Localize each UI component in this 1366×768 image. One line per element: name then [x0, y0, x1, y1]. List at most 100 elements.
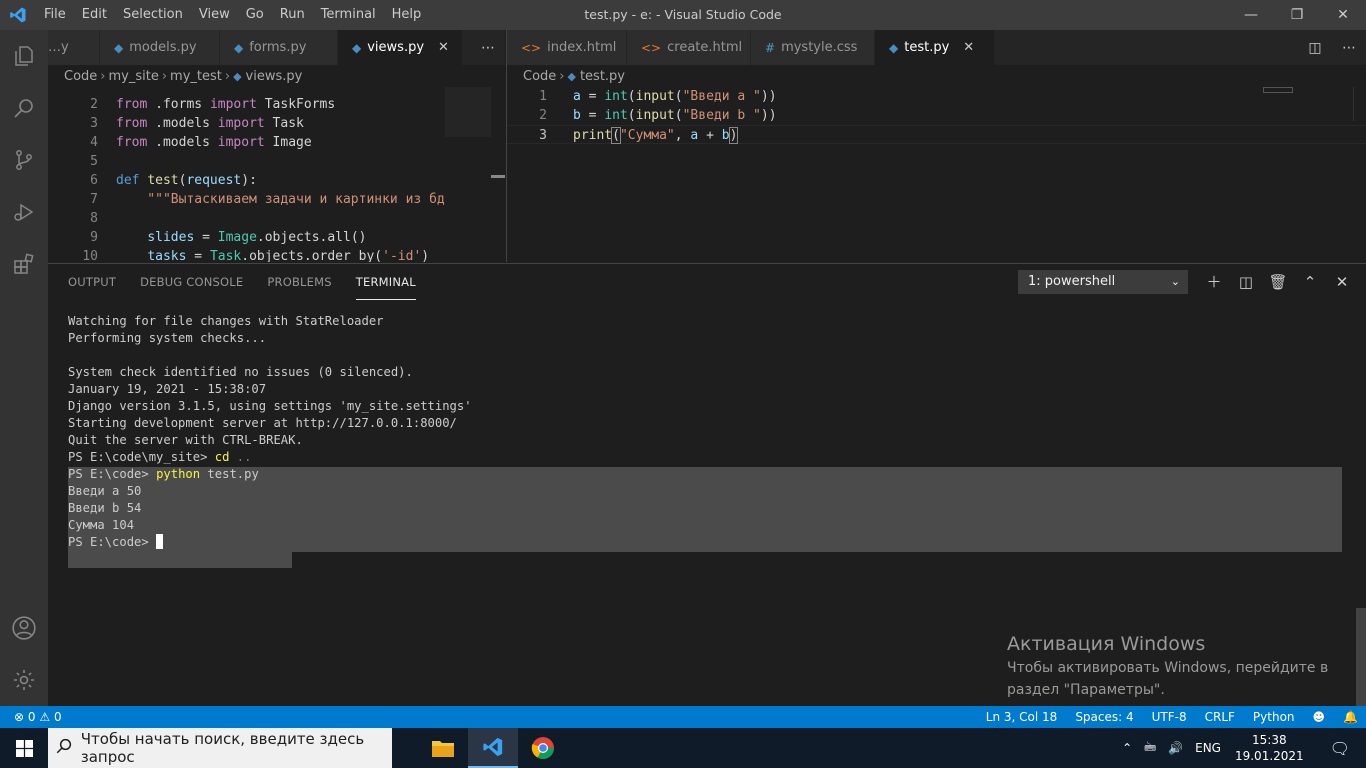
- menu-bar: File Edit Selection View Go Run Terminal…: [36, 0, 429, 30]
- terminal-selection: [68, 552, 292, 568]
- minimap[interactable]: [445, 87, 491, 137]
- menu-edit[interactable]: Edit: [74, 0, 115, 30]
- chrome-icon[interactable]: [518, 728, 568, 768]
- source-control-icon[interactable]: [0, 134, 48, 186]
- panel-scrollbar[interactable]: [1356, 608, 1366, 707]
- tab-bar-left: …y ◆ models.py ◆ forms.py ◆ views.py ✕ ⋯: [48, 30, 505, 65]
- code-line: 1a = int(input("Введи a ")): [539, 89, 777, 104]
- python-icon: ◆: [234, 40, 244, 55]
- vscode-taskbar-icon[interactable]: [468, 728, 518, 768]
- clock[interactable]: 15:38 19.01.2021: [1235, 732, 1304, 764]
- code-line: 2 from .forms import TaskForms: [90, 97, 336, 112]
- language-indicator[interactable]: ENG: [1195, 741, 1221, 755]
- terminal-cursor: [156, 534, 164, 549]
- windows-taskbar: Чтобы начать поиск, введите здесь запрос…: [0, 728, 1366, 768]
- menu-terminal[interactable]: Terminal: [313, 0, 384, 30]
- maximize-panel-icon[interactable]: ⌃: [1294, 269, 1326, 295]
- taskbar-search-box[interactable]: Чтобы начать поиск, введите здесь запрос: [48, 728, 392, 768]
- activity-bar: [0, 30, 48, 706]
- tab-models-py[interactable]: ◆ models.py: [100, 30, 220, 65]
- network-icon[interactable]: 🖮: [1144, 738, 1156, 759]
- file-explorer-icon[interactable]: [418, 728, 468, 768]
- problems-status[interactable]: ⊗ 0 ⚠ 0: [0, 710, 62, 724]
- error-icon: ⊗: [14, 710, 25, 724]
- search-icon[interactable]: [0, 82, 48, 134]
- more-actions-icon[interactable]: ⋯: [1332, 40, 1366, 56]
- menu-run[interactable]: Run: [272, 0, 313, 30]
- close-window-icon[interactable]: ✕: [1320, 0, 1366, 30]
- html-icon: <>: [641, 40, 662, 55]
- code-line: 2b = int(input("Введи b ")): [539, 108, 777, 123]
- language-mode[interactable]: Python: [1253, 710, 1295, 724]
- split-editor-icon[interactable]: ◫: [1298, 40, 1332, 56]
- code-editor-right[interactable]: 1a = int(input("Введи a ")) 2b = int(inp…: [507, 87, 1366, 144]
- python-icon: ◆: [352, 40, 362, 55]
- settings-gear-icon[interactable]: [0, 654, 48, 706]
- editor-group-right: <> index.html <> create.html # mystyle.css …: [506, 30, 1366, 262]
- terminal-output[interactable]: Watching for file changes with StatReloa…: [68, 313, 472, 551]
- tab-views-py[interactable]: ◆ views.py ✕: [338, 30, 463, 65]
- new-terminal-icon[interactable]: ＋: [1198, 269, 1230, 295]
- more-actions-icon[interactable]: ⋯: [471, 40, 505, 56]
- tab-output[interactable]: OUTPUT: [68, 264, 116, 300]
- html-icon: <>: [521, 40, 542, 55]
- close-tab-icon[interactable]: ✕: [438, 40, 449, 55]
- tab-test-py[interactable]: ◆ test.py ✕: [875, 30, 995, 65]
- code-line: 8: [90, 211, 98, 226]
- vscode-logo-icon: [0, 0, 36, 30]
- editor-group-left: …y ◆ models.py ◆ forms.py ◆ views.py ✕ ⋯ Cod…: [48, 30, 505, 262]
- close-panel-icon[interactable]: ✕: [1326, 269, 1358, 295]
- line-ending[interactable]: CRLF: [1205, 710, 1235, 724]
- title-bar: File Edit Selection View Go Run Terminal…: [0, 0, 1366, 30]
- python-icon: ◆: [889, 40, 899, 55]
- extensions-icon[interactable]: [0, 238, 48, 290]
- indentation[interactable]: Spaces: 4: [1075, 710, 1133, 724]
- tab-bar-right: <> index.html <> create.html # mystyle.css …: [507, 30, 1366, 65]
- menu-help[interactable]: Help: [384, 0, 430, 30]
- warning-icon: ⚠: [39, 710, 51, 724]
- volume-icon[interactable]: 🔊: [1168, 741, 1183, 755]
- windows-start-icon[interactable]: [0, 728, 48, 768]
- terminal-select[interactable]: 1: powershell ⌄: [1018, 270, 1188, 294]
- tab-create-html[interactable]: <> create.html: [627, 30, 751, 65]
- minimap[interactable]: [1263, 87, 1293, 93]
- feedback-icon[interactable]: ☻: [1313, 710, 1326, 724]
- code-line: 5: [90, 154, 98, 169]
- tab-debug-console[interactable]: DEBUG CONSOLE: [140, 264, 243, 300]
- chevron-down-icon: ⌄: [1170, 275, 1180, 288]
- run-debug-icon[interactable]: [0, 186, 48, 238]
- code-line: 4 from .models import Image: [90, 135, 312, 150]
- tab-problems[interactable]: PROBLEMS: [267, 264, 331, 300]
- tab-index-html[interactable]: <> index.html: [507, 30, 627, 65]
- tab-forms-py[interactable]: ◆ forms.py: [220, 30, 338, 65]
- code-line: 7 """Вытаскиваем задачи и картинки из бд: [90, 192, 445, 207]
- cursor-position[interactable]: Ln 3, Col 18: [986, 710, 1058, 724]
- menu-selection[interactable]: Selection: [115, 0, 191, 30]
- menu-view[interactable]: View: [191, 0, 238, 30]
- windows-activation-watermark: Активация Windows Чтобы активировать Win…: [1007, 633, 1329, 698]
- status-bar: ⊗ 0 ⚠ 0 Ln 3, Col 18 Spaces: 4 UTF-8 CRL…: [0, 706, 1366, 728]
- restore-icon[interactable]: ❐: [1274, 0, 1320, 30]
- menu-file[interactable]: File: [36, 0, 74, 30]
- minimap-scrollbar[interactable]: [491, 175, 505, 178]
- tab-terminal[interactable]: TERMINAL: [355, 264, 416, 300]
- notifications-bell-icon[interactable]: 🔔: [1343, 710, 1358, 724]
- accounts-icon[interactable]: [0, 602, 48, 654]
- tab-mystyle-css[interactable]: # mystyle.css: [751, 30, 875, 65]
- encoding[interactable]: UTF-8: [1152, 710, 1187, 724]
- minimize-icon[interactable]: —: [1228, 0, 1274, 30]
- notification-center-icon[interactable]: 🗨: [1330, 739, 1350, 758]
- explorer-icon[interactable]: [0, 30, 48, 82]
- breadcrumb-right: Code › ◆ test.py: [523, 68, 625, 84]
- menu-go[interactable]: Go: [238, 0, 272, 30]
- chevron-up-icon[interactable]: ⌃: [1122, 741, 1132, 755]
- code-line: 6 def test(request):: [90, 173, 257, 188]
- split-terminal-icon[interactable]: ◫: [1230, 269, 1262, 295]
- trash-icon[interactable]: 🗑: [1262, 269, 1294, 295]
- code-editor-left[interactable]: 2 from .forms import TaskForms 3 from .mod…: [48, 76, 505, 262]
- python-icon: ◆: [114, 40, 124, 55]
- tab-overflow[interactable]: …y: [48, 30, 100, 65]
- close-tab-icon[interactable]: ✕: [963, 40, 974, 55]
- editor-scrollbar[interactable]: [1353, 87, 1366, 121]
- css-icon: #: [765, 40, 776, 55]
